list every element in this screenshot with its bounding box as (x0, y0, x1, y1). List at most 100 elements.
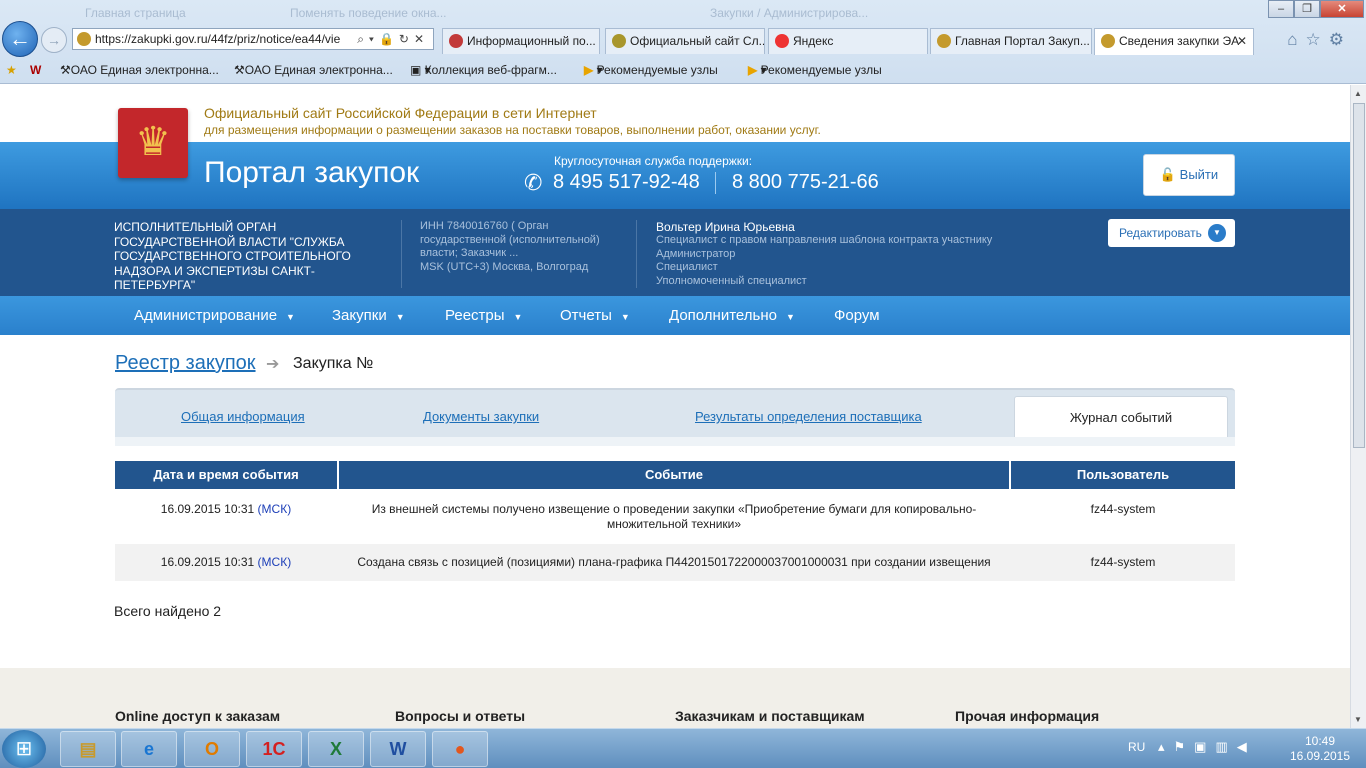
minimize-button[interactable]: ‒ (1268, 0, 1294, 18)
table-row: 16.09.2015 10:31 (МСК) Из внешней систем… (115, 491, 1235, 541)
menu-item-forum[interactable]: Форум (834, 296, 880, 335)
portal-header: Портал закупок Круглосуточная служба под… (0, 142, 1350, 209)
divider (715, 172, 716, 194)
scroll-up-icon[interactable]: ▲ (1354, 89, 1362, 98)
tab-event-log[interactable]: Журнал событий (1014, 396, 1228, 437)
column-header-event: Событие (339, 461, 1009, 489)
yandex-icon (775, 34, 789, 48)
address-bar[interactable]: https://zakupki.gov.ru/44fz/priz/notice/… (72, 28, 434, 50)
vertical-scrollbar[interactable]: ▲ ▼ (1350, 85, 1366, 728)
chevron-down-icon: ▼ (1208, 224, 1226, 242)
favorite-link[interactable]: ▶ Рекомендуемые узлы ▾ (748, 58, 882, 82)
arrow-right-icon: ➔ (266, 356, 280, 373)
system-tray-icons[interactable]: ▴⚑▣▥◀ (1158, 739, 1256, 755)
url-text: https://zakupki.gov.ru/44fz/priz/notice/… (95, 32, 341, 46)
phone-number-2: 8 800 775-21-66 (732, 171, 879, 193)
faint-tab: Закупки / Администрирова... (710, 6, 869, 20)
edit-button[interactable]: Редактировать ▼ (1108, 219, 1235, 247)
favorite-link[interactable]: ⚒ ОАО Единая электронна... (60, 58, 219, 82)
organization-name: ИСПОЛНИТЕЛЬНЫЙ ОРГАН ГОСУДАРСТВЕННОЙ ВЛА… (114, 220, 351, 292)
tab-general-info[interactable]: Общая информация (181, 409, 305, 424)
favorite-link[interactable]: ▣ Коллекция веб-фрагм... ▾ (410, 58, 557, 82)
outlook-icon[interactable]: O (184, 731, 240, 767)
maximize-button[interactable]: ❐ (1294, 0, 1320, 18)
tab-supplier-results[interactable]: Результаты определения поставщика (695, 409, 922, 424)
language-indicator[interactable]: RU (1128, 740, 1145, 754)
edit-label: Редактировать (1119, 226, 1202, 240)
site-title: Официальный сайт Российской Федерации в … (204, 105, 597, 121)
portal-title[interactable]: Портал закупок (204, 156, 419, 190)
browser-tab[interactable]: Главная Портал Закуп... (930, 28, 1092, 54)
menu-item-reports[interactable]: Отчеты ▼ (560, 296, 630, 335)
organization-inn: ИНН 7840016760 ( Орган государственной (… (420, 220, 620, 274)
footer-heading[interactable]: Прочая информация (955, 708, 1099, 724)
chevron-down-icon: ▼ (286, 312, 295, 322)
word-icon[interactable]: W (370, 731, 426, 767)
chevron-down-icon: ▼ (513, 312, 523, 322)
column-header-user: Пользователь (1011, 461, 1235, 489)
back-button[interactable]: ← (2, 21, 38, 57)
lock-icon: 🔓 (1159, 167, 1177, 182)
menu-item-administration[interactable]: Администрирование ▼ (134, 296, 295, 335)
address-controls-icon[interactable]: ⌕▾🔒↻✕ (357, 29, 429, 49)
start-button[interactable]: ⊞ (2, 730, 46, 768)
footer: Online доступ к заказам Вопросы и ответы… (0, 668, 1350, 728)
logout-button[interactable]: 🔓 Выйти (1143, 154, 1235, 196)
w-icon[interactable]: W (30, 58, 41, 82)
tab-favicon-icon (612, 34, 626, 48)
phone-number-1: 8 495 517-92-48 (553, 171, 700, 193)
tab-favicon-icon (1101, 34, 1115, 48)
menu-item-purchases[interactable]: Закупки ▼ (332, 296, 405, 335)
scroll-down-icon[interactable]: ▼ (1354, 715, 1362, 724)
role: Специалист с правом направления шаблона … (656, 234, 993, 246)
role: Администратор (656, 247, 736, 260)
footer-heading[interactable]: Заказчикам и поставщикам (675, 708, 865, 724)
divider (401, 220, 402, 288)
breadcrumb-link[interactable]: Реестр закупок (115, 352, 256, 375)
internet-explorer-icon[interactable]: e (121, 731, 177, 767)
site-subtitle: для размещения информации о размещении з… (204, 123, 821, 137)
tab-label: Яндекс (793, 34, 834, 48)
page-tabs: Общая информация Документы закупки Резул… (115, 388, 1235, 446)
window-controls: ‒ ❐ ✕ (1268, 0, 1364, 18)
close-tab-icon[interactable]: ✕ (1237, 29, 1247, 53)
tab-documents[interactable]: Документы закупки (423, 409, 539, 424)
tab-label: Информационный по... (467, 34, 596, 48)
tab-label: Официальный сайт Сл... (630, 34, 765, 48)
clock[interactable]: 10:49 16.09.2015 (1288, 734, 1352, 764)
firefox-icon[interactable]: ● (432, 731, 488, 767)
menu-item-registers[interactable]: Реестры ▼ (445, 296, 522, 335)
phone-icon: ✆ (524, 170, 543, 195)
menu-item-additional[interactable]: Дополнительно ▼ (669, 296, 795, 335)
toolbar-icons[interactable]: ⌂☆⚙ (1287, 30, 1352, 50)
explorer-icon[interactable]: ▤ (60, 731, 116, 767)
forward-button[interactable]: → (41, 27, 67, 53)
faint-tab: Поменять поведение окна... (290, 6, 447, 20)
event-user: fz44-system (1090, 555, 1156, 569)
favorites-star-icon[interactable]: ★ (6, 58, 17, 82)
browser-tab[interactable]: Яндекс (768, 28, 928, 54)
divider (636, 220, 637, 288)
browser-tab-active[interactable]: Сведения закупки ЭА ✕ (1094, 28, 1254, 55)
1c-icon[interactable]: 1С (246, 731, 302, 767)
footer-heading[interactable]: Вопросы и ответы (395, 708, 525, 724)
event-date: 16.09.2015 10:31 (МСК) (160, 555, 292, 569)
close-window-button[interactable]: ✕ (1320, 0, 1364, 18)
favorites-bar: ★ W ⚒ ОАО Единая электронна... ⚒ ОАО Еди… (0, 58, 1366, 82)
main-menu: Администрирование ▼ Закупки ▼ Реестры ▼ Отч… (0, 296, 1350, 335)
coat-of-arms-icon[interactable]: ♛ (118, 108, 188, 178)
scrollbar-thumb[interactable] (1353, 103, 1365, 448)
support-label: Круглосуточная служба поддержки: (554, 154, 753, 168)
browser-tab[interactable]: Официальный сайт Сл... (605, 28, 765, 54)
tabs-base (115, 437, 1235, 446)
browser-chrome: Главная страница Поменять поведение окна… (0, 0, 1366, 84)
favorite-link[interactable]: ▶ Рекомендуемые узлы ▾ (584, 58, 718, 82)
web-page: Официальный сайт Российской Федерации в … (0, 85, 1350, 728)
site-header-top: Официальный сайт Российской Федерации в … (0, 85, 1350, 142)
favorite-link[interactable]: ⚒ ОАО Единая электронна... (234, 58, 393, 82)
event-user: fz44-system (1090, 502, 1156, 516)
role: Специалист (656, 261, 718, 273)
excel-icon[interactable]: X (308, 731, 364, 767)
browser-tab[interactable]: Информационный по... (442, 28, 600, 54)
footer-heading[interactable]: Online доступ к заказам (115, 708, 280, 724)
